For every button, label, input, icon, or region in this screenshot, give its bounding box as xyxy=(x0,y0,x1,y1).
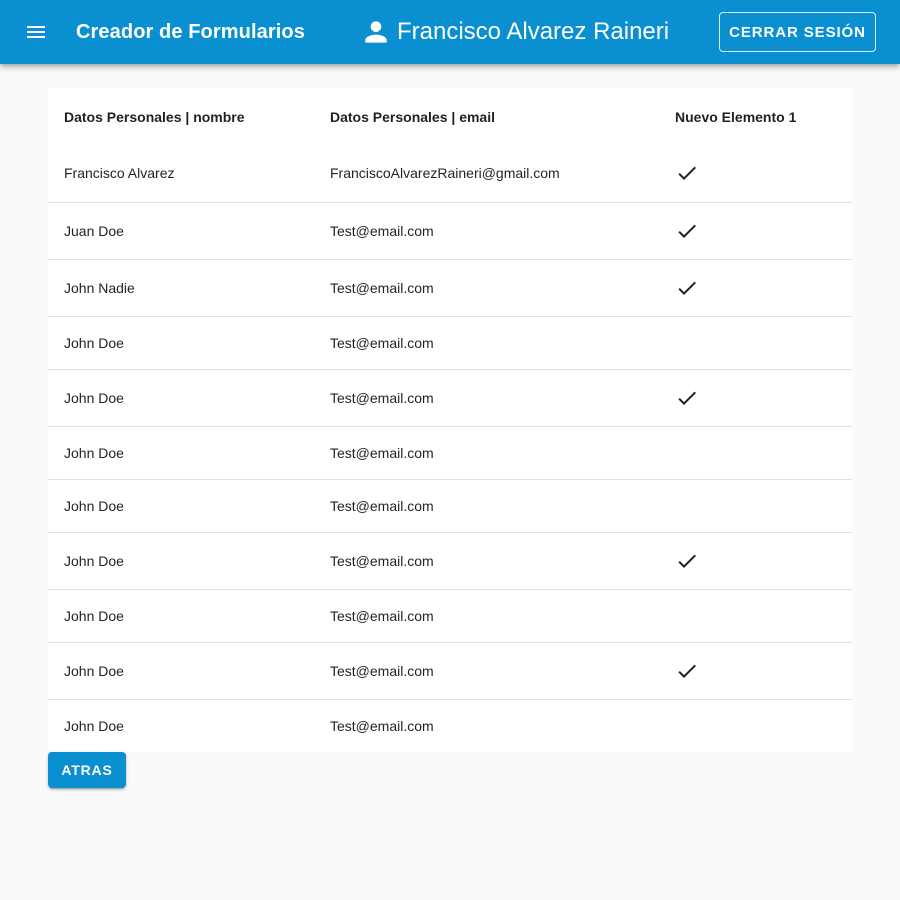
cell-nuevo-elemento xyxy=(659,641,852,699)
cell-nombre: Francisco Alvarez xyxy=(64,165,175,182)
cell-nuevo-elemento xyxy=(659,588,852,642)
cell-email: Test@email.com xyxy=(314,368,659,426)
table-row: John Doe Test@email.com xyxy=(48,698,852,752)
table-row: John Doe Test@email.com xyxy=(48,478,852,532)
app-title: Creador de Formularios xyxy=(76,21,305,43)
cell-nombre: John Doe xyxy=(48,368,314,426)
cell-nombre: John Doe xyxy=(48,425,314,479)
column-header-nombre: Datos Personales | nombre xyxy=(64,108,245,125)
table-row: John Doe Test@email.com xyxy=(48,531,852,589)
table-row: John Doe Test@email.com xyxy=(48,641,852,699)
cell-email: FranciscoAlvarezRaineri@gmail.com xyxy=(330,165,560,182)
cell-email: Test@email.com xyxy=(314,588,659,642)
cell-nuevo-elemento xyxy=(659,425,852,479)
table-row: John Doe Test@email.com xyxy=(48,368,852,426)
cell-nuevo-elemento xyxy=(659,258,852,316)
table-row: Francisco Alvarez FranciscoAlvarezRaineri… xyxy=(48,145,852,202)
cell-nuevo-elemento xyxy=(659,145,852,202)
cell-nombre: John Doe xyxy=(48,531,314,589)
cell-email: Test@email.com xyxy=(314,258,659,316)
cell-nuevo-elemento xyxy=(659,698,852,752)
top-toolbar: Creador de Formularios Francisco Alvarez… xyxy=(0,0,900,64)
menu-button[interactable] xyxy=(16,12,56,52)
cell-nuevo-elemento xyxy=(659,478,852,532)
check-icon xyxy=(678,224,696,238)
column-header-nuevo-elemento: Nuevo Elemento 1 xyxy=(675,108,797,125)
cell-nuevo-elemento xyxy=(659,368,852,426)
cell-email: Test@email.com xyxy=(314,315,659,369)
cell-nuevo-elemento xyxy=(659,531,852,589)
table-row: Juan Doe Test@email.com xyxy=(48,201,852,259)
cell-email: Test@email.com xyxy=(314,425,659,479)
check-icon xyxy=(678,664,696,678)
cell-email: Test@email.com xyxy=(314,641,659,699)
user-info: Francisco Alvarez Raineri xyxy=(360,0,669,64)
cell-nuevo-elemento xyxy=(659,315,852,369)
back-button[interactable]: ATRAS xyxy=(48,752,126,788)
cell-email: Test@email.com xyxy=(314,201,659,259)
responses-table: Datos Personales | nombre Datos Personal… xyxy=(48,88,852,752)
cell-nuevo-elemento xyxy=(659,201,852,259)
cell-nombre: John Doe xyxy=(48,588,314,642)
check-icon xyxy=(678,391,696,405)
check-icon xyxy=(678,166,696,181)
cell-nombre: John Doe xyxy=(48,698,314,752)
table-row: John Nadie Test@email.com xyxy=(48,258,852,316)
table-row: John Doe Test@email.com xyxy=(48,315,852,369)
table-header-row: Datos Personales | nombre Datos Personal… xyxy=(48,88,852,145)
check-icon xyxy=(678,554,696,568)
cell-email: Test@email.com xyxy=(314,698,659,752)
cell-nombre: Juan Doe xyxy=(48,201,314,259)
table-body: Francisco Alvarez FranciscoAlvarezRaineri… xyxy=(48,145,852,752)
cell-email: Test@email.com xyxy=(314,531,659,589)
menu-icon xyxy=(27,26,45,38)
cell-nombre: John Doe xyxy=(48,641,314,699)
cell-email: Test@email.com xyxy=(314,478,659,532)
check-icon xyxy=(678,281,696,295)
logout-button[interactable]: CERRAR SESIÓN xyxy=(719,12,876,52)
cell-nombre: John Doe xyxy=(48,315,314,369)
person-icon xyxy=(365,21,387,43)
column-header-email: Datos Personales | email xyxy=(330,108,495,125)
user-name: Francisco Alvarez Raineri xyxy=(397,18,670,45)
cell-nombre: John Nadie xyxy=(48,258,314,316)
table-row: John Doe Test@email.com xyxy=(48,425,852,479)
cell-nombre: John Doe xyxy=(48,478,314,532)
table-row: John Doe Test@email.com xyxy=(48,588,852,642)
